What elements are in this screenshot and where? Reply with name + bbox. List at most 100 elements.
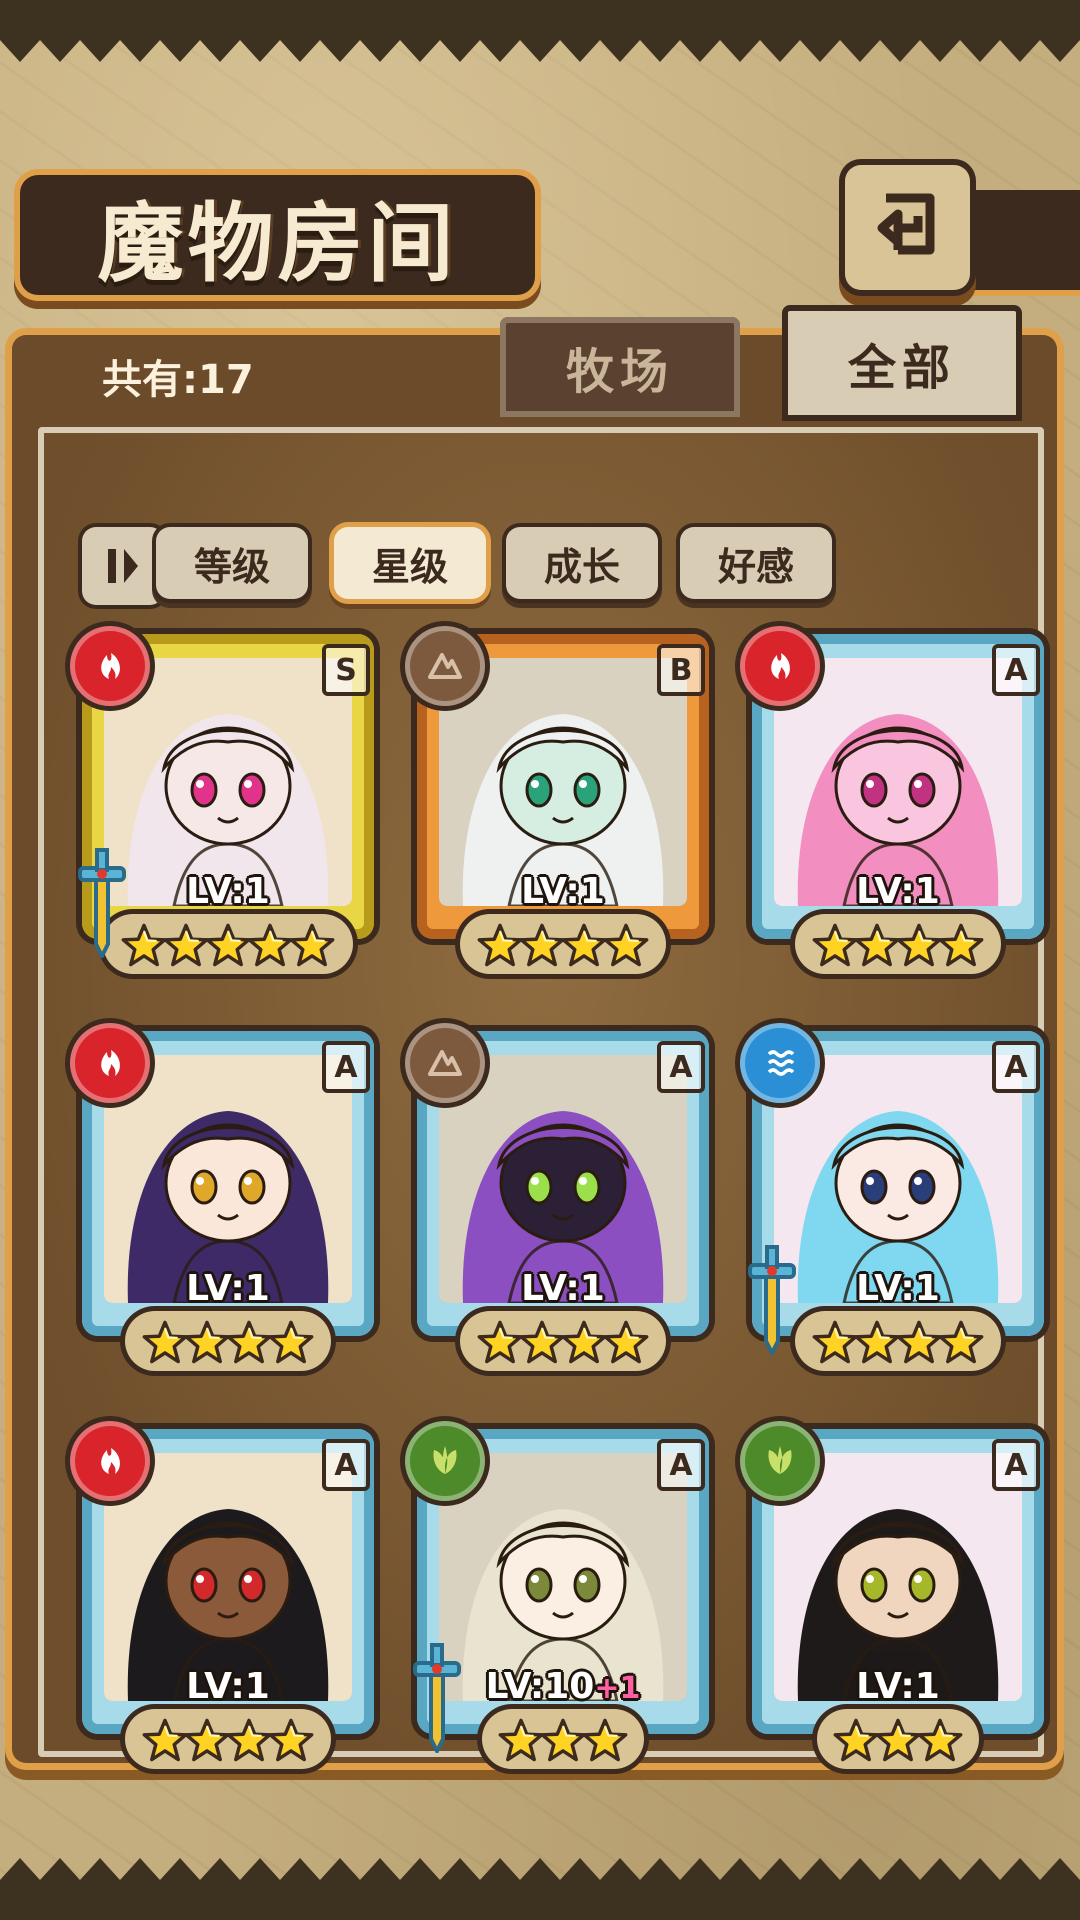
level-value: LV:1 — [521, 1268, 605, 1309]
level-label: LV:1 — [409, 871, 717, 912]
star-icon — [812, 1320, 858, 1364]
level-value: LV:10 — [485, 1666, 595, 1707]
filter-level-button[interactable]: 等级 — [156, 527, 308, 599]
sort-order-button[interactable] — [82, 527, 164, 605]
level-value: LV:1 — [856, 1268, 940, 1309]
monster-count: 共有:17 — [102, 357, 254, 403]
star-icon — [142, 1320, 188, 1364]
monster-portrait — [439, 1453, 687, 1701]
star-icon — [896, 923, 942, 967]
monster-card[interactable]: B LV:1 — [405, 626, 717, 986]
star-icon — [477, 923, 523, 967]
level-label: LV:1 — [74, 1666, 382, 1707]
star-icon — [184, 1320, 230, 1364]
fire-element-icon — [70, 626, 150, 706]
star-icon — [582, 1718, 628, 1762]
star-icon — [561, 923, 607, 967]
filter-growth-button[interactable]: 成长 — [506, 527, 658, 599]
rank-badge: A — [657, 1041, 705, 1093]
water-element-icon — [740, 1023, 820, 1103]
rank-badge: A — [992, 1439, 1040, 1491]
rank-badge: S — [322, 644, 370, 696]
monster-portrait-art — [104, 1453, 352, 1701]
wood-element-icon — [740, 1421, 820, 1501]
monster-portrait-art — [774, 1055, 1022, 1303]
back-button[interactable] — [845, 165, 970, 290]
monster-card[interactable]: A LV:1 — [740, 1023, 1052, 1383]
filter-star-button[interactable]: 星级 — [334, 527, 486, 599]
filter-affection-button[interactable]: 好感 — [680, 527, 832, 599]
monster-portrait — [104, 1055, 352, 1303]
star-icon — [519, 923, 565, 967]
earth-element-icon — [405, 1023, 485, 1103]
monster-portrait — [104, 658, 352, 906]
rank-badge: A — [992, 1041, 1040, 1093]
level-value: LV:1 — [186, 871, 270, 912]
star-icon — [896, 1320, 942, 1364]
monster-panel: 共有:17 牧场 全部 等级 星级 成长 好感 S LV:1 B LV:1 A … — [12, 305, 1057, 1769]
star-icon — [163, 923, 209, 967]
star-icon — [875, 1718, 921, 1762]
header-rail — [970, 190, 1080, 290]
monster-portrait — [439, 1055, 687, 1303]
monster-card[interactable]: A LV:1 — [70, 1023, 382, 1383]
monster-portrait — [774, 658, 1022, 906]
monster-portrait-art — [104, 1055, 352, 1303]
rank-badge: B — [657, 644, 705, 696]
level-label: LV:1 — [74, 1268, 382, 1309]
star-icon — [289, 923, 335, 967]
monster-card[interactable]: A LV:1 — [740, 1421, 1052, 1781]
star-rating — [409, 918, 717, 984]
level-label: LV:1 — [744, 1666, 1052, 1707]
wood-element-icon — [405, 1421, 485, 1501]
star-icon — [498, 1718, 544, 1762]
equipped-sword-icon — [413, 1643, 461, 1753]
rank-badge: A — [322, 1041, 370, 1093]
star-icon — [226, 1718, 272, 1762]
star-icon — [938, 1320, 984, 1364]
star-icon — [519, 1320, 565, 1364]
star-icon — [268, 1320, 314, 1364]
star-icon — [938, 923, 984, 967]
star-icon — [603, 1320, 649, 1364]
monster-portrait-art — [439, 658, 687, 906]
tab-ranch[interactable]: 牧场 — [500, 317, 740, 417]
monster-card[interactable]: S LV:1 — [70, 626, 382, 986]
star-icon — [603, 923, 649, 967]
fire-element-icon — [70, 1421, 150, 1501]
star-icon — [477, 1320, 523, 1364]
level-value: LV:1 — [186, 1268, 270, 1309]
star-icon — [184, 1718, 230, 1762]
star-icon — [205, 923, 251, 967]
star-rating — [409, 1315, 717, 1381]
star-rating — [744, 918, 1052, 984]
earth-element-icon — [405, 626, 485, 706]
level-value: LV:1 — [521, 871, 605, 912]
top-border — [0, 0, 1080, 62]
star-icon — [561, 1320, 607, 1364]
equipped-sword-icon — [748, 1245, 796, 1355]
monster-grid-area: 等级 星级 成长 好感 S LV:1 B LV:1 A LV:1 A LV:1 … — [38, 427, 1044, 1769]
star-icon — [917, 1718, 963, 1762]
monster-portrait-art — [774, 658, 1022, 906]
star-icon — [854, 1320, 900, 1364]
monster-portrait — [774, 1453, 1022, 1701]
monster-portrait-art — [439, 1055, 687, 1303]
monster-portrait-art — [104, 658, 352, 906]
level-bonus: +1 — [594, 1671, 641, 1706]
monster-card[interactable]: A LV:1 — [740, 626, 1052, 986]
monster-card[interactable]: A LV:1 — [70, 1421, 382, 1781]
bottom-border — [0, 1858, 1080, 1920]
rank-badge: A — [322, 1439, 370, 1491]
monster-portrait — [439, 658, 687, 906]
rank-badge: A — [657, 1439, 705, 1491]
level-value: LV:1 — [856, 871, 940, 912]
star-icon — [247, 923, 293, 967]
fire-element-icon — [70, 1023, 150, 1103]
monster-portrait — [774, 1055, 1022, 1303]
monster-card[interactable]: A LV:10+1 — [405, 1421, 717, 1781]
star-rating — [74, 1713, 382, 1779]
title-plate: 魔物房间 — [20, 175, 535, 295]
monster-card[interactable]: A LV:1 — [405, 1023, 717, 1383]
tab-all[interactable]: 全部 — [782, 305, 1022, 421]
